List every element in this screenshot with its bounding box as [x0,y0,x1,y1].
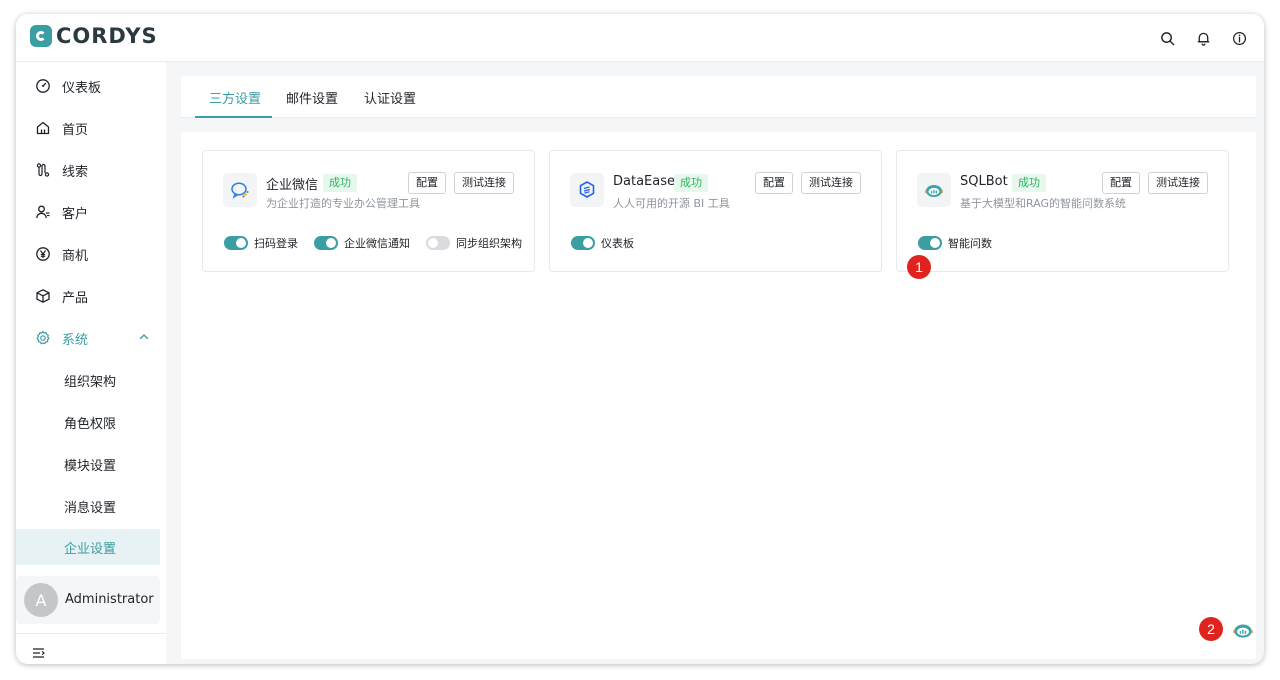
sidebar-subitem-label: 角色权限 [64,416,117,432]
tabs-divider [181,117,1256,118]
sidebar-item-label: 线索 [62,164,89,180]
sqlbot-floating-icon[interactable] [1230,617,1256,643]
status-badge: 成功 [674,174,708,192]
user-profile[interactable]: A Administrator [16,576,160,624]
scan-login-toggle[interactable] [224,236,248,250]
sidebar-subitem-label: 企业设置 [64,541,117,557]
status-badge: 成功 [323,174,357,192]
sidebar-item-products[interactable]: 产品 [16,276,166,316]
annotation-marker-2: 2 [1199,617,1223,641]
configure-button[interactable]: 配置 [408,172,446,194]
sidebar-subitem-module-settings[interactable]: 模块设置 [16,446,160,482]
home-icon [35,120,51,136]
search-icon[interactable] [1156,27,1178,49]
sidebar-item-label: 仪表板 [62,80,102,96]
customer-icon [35,204,51,220]
cordys-logo[interactable]: CORDYS [30,24,158,48]
sidebar-subitem-roles[interactable]: 角色权限 [16,404,160,440]
logo-mark-icon [30,25,52,47]
avatar: A [24,583,58,617]
active-tab-indicator [195,116,272,118]
dataease-logo-icon [570,173,604,207]
top-bar: CORDYS [16,14,1264,62]
dashboard-toggle[interactable] [571,236,595,250]
collapse-sidebar-icon[interactable] [32,645,46,659]
sidebar-subitem-enterprise-settings[interactable]: 企业设置 [16,529,160,565]
integration-card-dataease: DataEase 成功 人人可用的开源 BI 工具 配置 测试连接 仪表板 [549,150,882,272]
sqlbot-logo-icon [917,173,951,207]
sidebar-item-label: 客户 [62,206,89,222]
toggle-row: 扫码登录 企业微信通知 同步组织架构 [224,235,538,251]
tab-auth[interactable]: 认证设置 [364,76,416,118]
sidebar-subitem-label: 模块设置 [64,458,117,474]
integrations-panel: 企业微信 成功 为企业打造的专业办公管理工具 配置 测试连接 扫码登录 企业微信… [181,132,1256,659]
test-connection-button[interactable]: 测试连接 [454,172,514,194]
wecom-notify-toggle[interactable] [314,236,338,250]
tab-email[interactable]: 邮件设置 [286,76,338,118]
sync-org-toggle[interactable] [426,236,450,250]
toggle-label: 扫码登录 [254,237,298,250]
dashboard-icon [35,78,51,94]
card-title: 企业微信 [266,178,319,193]
user-name: Administrator [65,592,154,607]
toggle-label: 同步组织架构 [456,237,522,250]
info-icon[interactable] [1228,27,1250,49]
sidebar-item-opportunities[interactable]: 商机 [16,234,166,274]
chevron-up-icon[interactable] [138,331,150,347]
annotation-marker-1: 1 [907,255,931,279]
status-badge: 成功 [1012,174,1046,192]
sidebar-item-customers[interactable]: 客户 [16,192,166,232]
sidebar-subitem-org-structure[interactable]: 组织架构 [16,362,160,398]
card-description: 为企业打造的专业办公管理工具 [266,197,420,210]
sidebar-subitem-label: 消息设置 [64,500,117,516]
sidebar-item-clues[interactable]: 线索 [16,150,166,190]
logo-text: CORDYS [56,24,158,48]
sidebar-subitem-message-settings[interactable]: 消息设置 [16,488,160,524]
card-title: DataEase [613,174,675,189]
toggle-label: 智能问数 [948,237,992,250]
settings-tabs: 三方设置 邮件设置 认证设置 [181,76,1256,118]
card-title: SQLBot [960,174,1008,189]
sidebar-item-system[interactable]: 系统 [16,318,166,358]
test-connection-button[interactable]: 测试连接 [1148,172,1208,194]
configure-button[interactable]: 配置 [755,172,793,194]
configure-button[interactable]: 配置 [1102,172,1140,194]
sidebar-item-label: 首页 [62,122,89,138]
integration-card-wecom: 企业微信 成功 为企业打造的专业办公管理工具 配置 测试连接 扫码登录 企业微信… [202,150,535,272]
box-icon [35,288,51,304]
toggle-row: 智能问数 [918,235,1008,251]
smart-query-toggle[interactable] [918,236,942,250]
tab-third-party[interactable]: 三方设置 [209,76,261,118]
sidebar-divider [16,633,166,634]
bell-icon[interactable] [1192,27,1214,49]
wecom-logo-icon [223,173,257,207]
toggle-label: 企业微信通知 [344,237,410,250]
test-connection-button[interactable]: 测试连接 [801,172,861,194]
yen-icon [35,246,51,262]
toggle-label: 仪表板 [601,237,634,250]
integration-card-sqlbot: SQLBot 成功 基于大模型和RAG的智能问数系统 配置 测试连接 智能问数 [896,150,1229,272]
toggle-row: 仪表板 [571,235,650,251]
sidebar: 仪表板 首页 线索 客户 商机 产品 系统 组织架构 角色权限 模块设置 消息设… [16,62,166,664]
clue-icon [35,162,51,178]
sidebar-item-home[interactable]: 首页 [16,108,166,148]
sidebar-subitem-label: 组织架构 [64,374,117,390]
card-description: 人人可用的开源 BI 工具 [613,197,730,210]
card-description: 基于大模型和RAG的智能问数系统 [960,197,1127,210]
sidebar-item-label: 商机 [62,248,89,264]
sidebar-item-dashboard[interactable]: 仪表板 [16,66,166,106]
sidebar-item-label: 系统 [62,332,89,348]
app-window: CORDYS 仪表板 首页 线索 客户 商机 产品 系统 组织架构 角色权限 模… [16,14,1264,664]
gear-icon [35,330,51,346]
sidebar-item-label: 产品 [62,290,89,306]
